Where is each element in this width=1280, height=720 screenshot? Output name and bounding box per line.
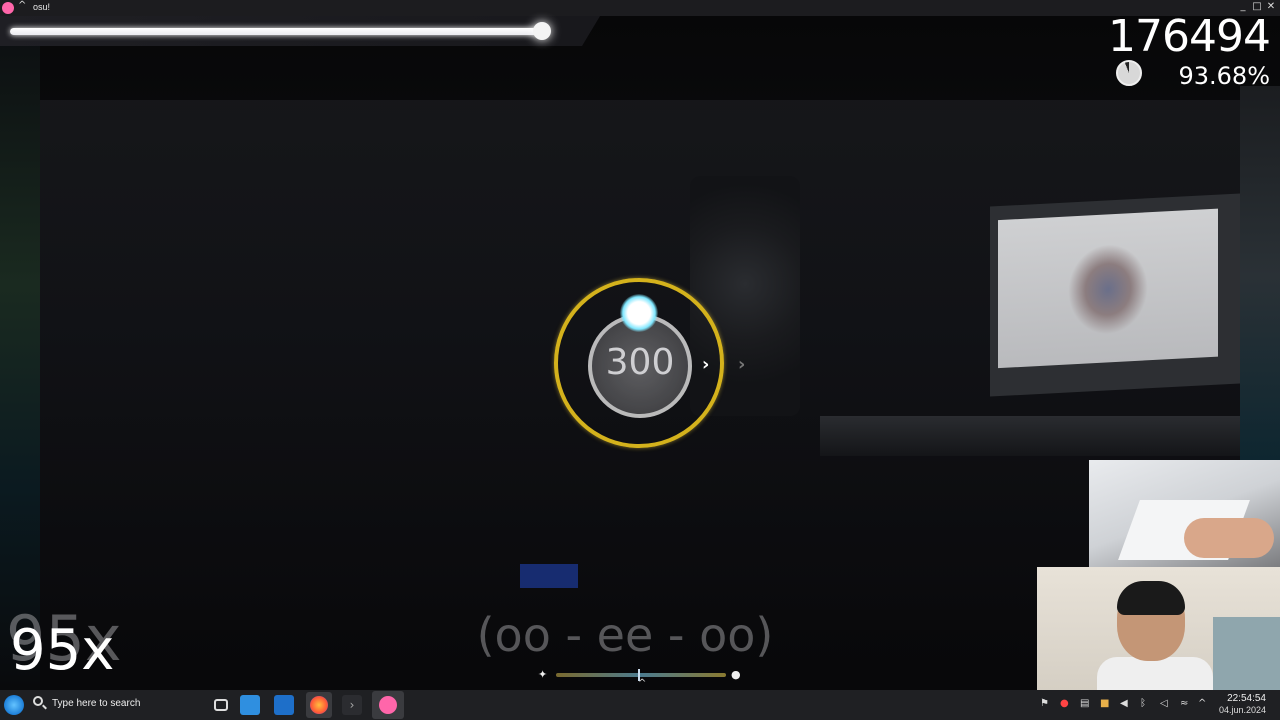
follow-point-arrow-icon: › (702, 354, 710, 375)
wifi-icon[interactable]: ≈ (1180, 698, 1188, 709)
webcam-face (1037, 567, 1280, 697)
clock-time: 22:54:54 (1227, 693, 1266, 704)
clock-date: 04.jun.2024 (1218, 705, 1266, 715)
follow-point-arrow-icon: › (738, 354, 746, 375)
background-mixer (820, 416, 1240, 456)
health-bar-knob (533, 22, 551, 40)
speaker-icon[interactable]: ◁ (1160, 698, 1168, 709)
osu-app-icon (2, 2, 14, 14)
webcam-bed (1213, 617, 1280, 690)
folder-icon[interactable]: ■ (1100, 698, 1109, 709)
chevron-up-icon[interactable]: ^ (18, 0, 26, 11)
webcam-hand (1184, 518, 1274, 558)
background-right-edge (1240, 86, 1280, 466)
combo-counter: 95x (10, 618, 115, 683)
search-icon[interactable] (33, 696, 43, 706)
accuracy-display: 93.68% (1178, 62, 1270, 90)
taskbar-osu[interactable] (372, 691, 404, 719)
background-lcd (520, 564, 578, 588)
start-button[interactable] (4, 695, 24, 715)
accuracy-pie-icon (1116, 60, 1142, 86)
taskbar: Type here to search › ⚑ ● ▤ ■ ◀ ᛒ ◁ ≈ ^ … (0, 690, 1280, 720)
health-bar-fill (10, 28, 542, 35)
store-icon[interactable] (274, 695, 294, 715)
file-explorer-icon[interactable] (240, 695, 260, 715)
hit-circle-number: 300 (605, 342, 675, 383)
cursor (620, 294, 658, 332)
notification-icon[interactable]: ⚑ (1040, 698, 1049, 709)
window-title: osu! (33, 2, 51, 12)
background-monitor-screen (998, 208, 1218, 369)
chevron-up-icon: ^ (638, 678, 647, 689)
background-artwork (1068, 242, 1148, 337)
osu-icon (379, 696, 397, 714)
background-monitor (990, 193, 1240, 397)
volume-icon[interactable]: ◀ (1120, 698, 1128, 709)
song-progress-bar (556, 673, 726, 677)
turtle-icon: ● (731, 668, 741, 681)
webcam-hair (1117, 581, 1185, 615)
taskbar-firefox[interactable] (306, 692, 332, 718)
chevron-up-icon[interactable]: ^ (1198, 698, 1206, 709)
webcam-hands (1089, 460, 1280, 567)
terminal-icon[interactable]: › (342, 695, 362, 715)
score-display: 176494 (1108, 11, 1271, 62)
clipboard-icon[interactable]: ▤ (1080, 698, 1089, 709)
osu-tray-icon[interactable]: ● (1060, 698, 1069, 709)
window-titlebar: ^ osu! _ □ ✕ (0, 0, 1280, 16)
task-view-icon[interactable] (214, 699, 228, 711)
rabbit-icon: ✦ (538, 668, 548, 681)
taskbar-clock[interactable]: 22:54:54 04.jun.2024 (1219, 693, 1266, 716)
bluetooth-icon[interactable]: ᛒ (1140, 698, 1146, 709)
background-left-edge (0, 16, 40, 690)
taskbar-search-input[interactable]: Type here to search (52, 698, 140, 709)
firefox-icon (310, 696, 328, 714)
